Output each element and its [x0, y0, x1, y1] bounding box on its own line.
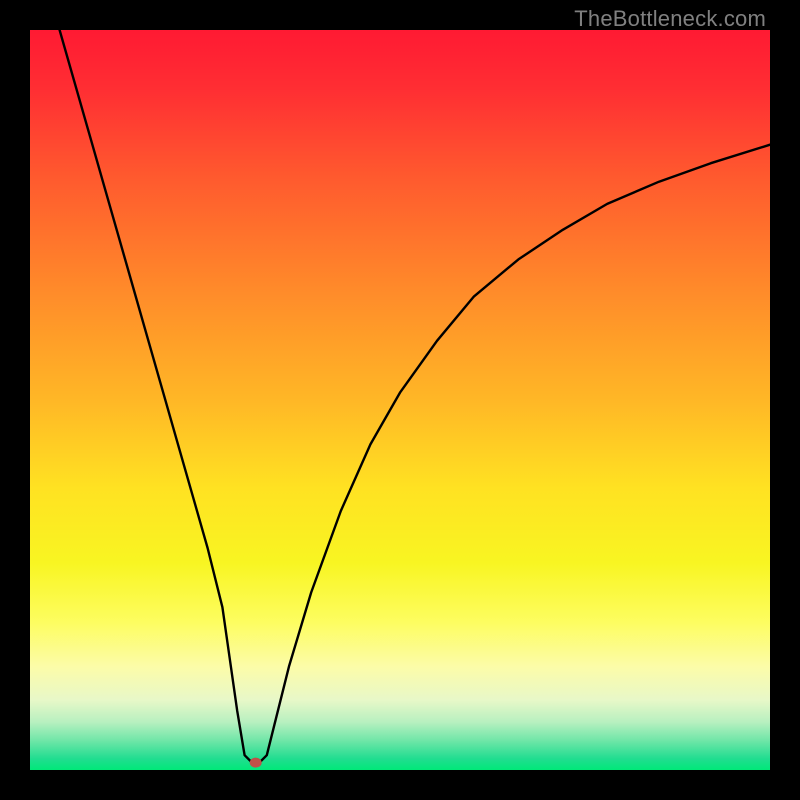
bottleneck-curve: [60, 30, 770, 763]
optimal-point-marker: [250, 758, 262, 768]
plot-area: [30, 30, 770, 770]
chart-frame: TheBottleneck.com: [0, 0, 800, 800]
curve-layer: [30, 30, 770, 770]
watermark-text: TheBottleneck.com: [574, 6, 766, 32]
